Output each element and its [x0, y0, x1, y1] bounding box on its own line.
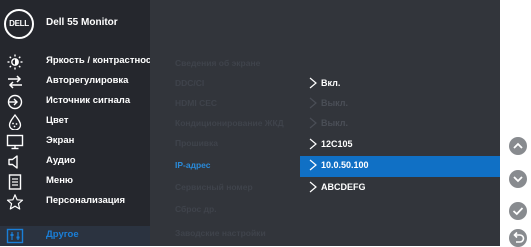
submenu-lcd-conditioning[interactable]: Кондиционирование ЖКД [175, 118, 284, 128]
menu-item-auto-adjust[interactable]: Авторегулировка [0, 72, 150, 92]
menu-item-color[interactable]: Цвет [0, 112, 150, 132]
check-icon [512, 207, 524, 216]
submenu-display-info[interactable]: Сведения об экране [175, 58, 260, 68]
value-ddcci: Вкл. [300, 74, 500, 94]
menu-item-label: Экран [46, 135, 75, 146]
menu-item-display[interactable]: Экран [0, 132, 150, 152]
up-arrow-icon [513, 142, 523, 149]
down-button[interactable] [509, 170, 527, 188]
chevron-right-icon [309, 159, 317, 171]
submenu-factory-reset[interactable]: Заводские настройки [175, 228, 266, 238]
menu-icon [8, 174, 22, 190]
value-firmware: 12C105 [300, 135, 500, 155]
chevron-right-icon [309, 97, 317, 109]
back-button[interactable] [509, 229, 527, 247]
menu-item-label: Другое [46, 229, 79, 240]
speaker-icon [8, 155, 18, 169]
submenu-service-tag[interactable]: Сервисный номер [175, 182, 253, 192]
menu-item-personalize[interactable]: Персонализация [0, 192, 150, 212]
star-icon [6, 194, 24, 210]
menu-item-label: Аудио [46, 155, 76, 166]
menu-item-audio[interactable]: Аудио [0, 152, 150, 172]
color-icon [8, 114, 22, 130]
chevron-right-icon [309, 117, 317, 129]
submenu-panel: Сведения об экране DDC/CI HDMI CEC Конди… [150, 0, 300, 246]
submenu-firmware[interactable]: Прошивка [175, 138, 218, 148]
auto-adjust-icon [8, 75, 22, 89]
menu-item-label: Цвет [46, 115, 69, 126]
up-button[interactable] [509, 137, 527, 155]
submenu-hdmi-cec[interactable]: HDMI CEC [175, 98, 217, 108]
value-lcd-conditioning: Выкл. [300, 114, 500, 134]
brightness-icon [7, 54, 23, 70]
submenu-others-reset[interactable]: Сброс др. [175, 204, 217, 214]
chevron-right-icon [309, 181, 317, 193]
menu-item-brightness[interactable]: Яркость / контрастность [0, 52, 162, 72]
chevron-right-icon [309, 77, 317, 89]
submenu-ddcci[interactable]: DDC/CI [175, 78, 204, 88]
menu-item-label: Меню [46, 175, 74, 186]
menu-item-label: Яркость / контрастность [46, 55, 162, 66]
down-arrow-icon [513, 176, 523, 183]
menu-item-others[interactable]: Другое [0, 226, 150, 246]
dell-logo: DELL [4, 9, 34, 39]
osd-menu: DELL Dell 55 Monitor Яркость / контрастн… [0, 0, 500, 246]
value-ip-address[interactable]: 10.0.50.100 [300, 156, 500, 177]
input-source-icon [7, 94, 23, 110]
value-service-tag: ABCDEFG [300, 178, 500, 198]
menu-item-label: Авторегулировка [46, 75, 129, 86]
main-menu-panel: DELL Dell 55 Monitor Яркость / контрастн… [0, 0, 162, 246]
confirm-button[interactable] [509, 202, 527, 220]
others-icon [6, 228, 24, 244]
menu-item-label: Персонализация [46, 195, 126, 206]
value-hdmi-cec: Выкл. [300, 94, 500, 114]
menu-item-label: Источник сигнала [46, 95, 131, 106]
chevron-right-icon [309, 138, 317, 150]
menu-item-input-source[interactable]: Источник сигнала [0, 92, 150, 112]
back-icon [513, 231, 525, 243]
submenu-ip-address[interactable]: IP-адрес [175, 160, 211, 170]
values-panel: Вкл. Выкл. Выкл. 12C105 10.0.50.100 ABCD… [300, 0, 500, 246]
monitor-model: Dell 55 Monitor [46, 17, 118, 28]
menu-item-menu[interactable]: Меню [0, 172, 150, 192]
display-icon [6, 134, 24, 150]
